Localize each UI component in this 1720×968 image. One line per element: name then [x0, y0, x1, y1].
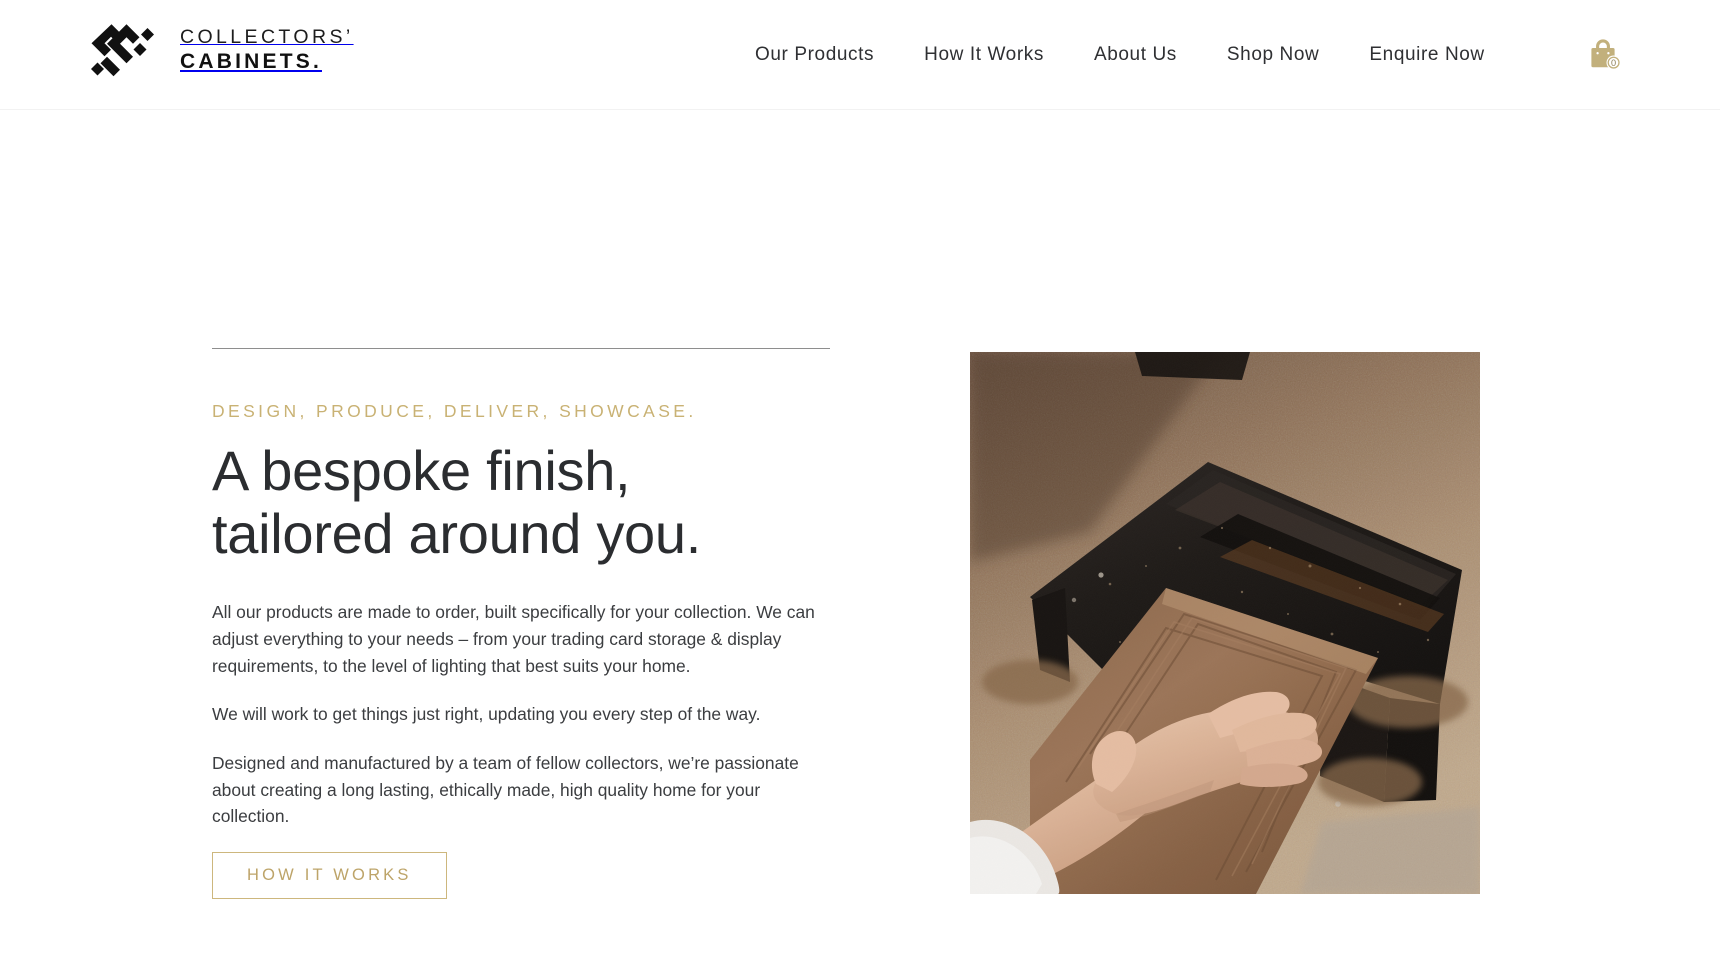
how-it-works-button[interactable]: HOW IT WORKS	[212, 851, 447, 899]
nav-item-how-it-works[interactable]: How It Works	[924, 44, 1044, 66]
nav-item-about-us[interactable]: About Us	[1094, 44, 1177, 66]
hero-body-copy: All our products are made to order, buil…	[212, 599, 832, 829]
nav-item-shop-now[interactable]: Shop Now	[1227, 44, 1319, 66]
interlocking-diamonds-logo-icon	[91, 24, 154, 77]
brand-wordmark: COLLECTORS’ CABINETS.	[180, 25, 354, 75]
hero-paragraph-1: All our products are made to order, buil…	[212, 602, 815, 676]
nav-item-enquire-now[interactable]: Enquire Now	[1369, 44, 1484, 66]
hero-paragraph-2: We will work to get things just right, u…	[212, 704, 761, 725]
cart-count-label: 0	[1611, 58, 1616, 68]
site-header: COLLECTORS’ CABINETS. Our Products How I…	[0, 0, 1720, 110]
hero-paragraph-3: Designed and manufactured by a team of f…	[212, 752, 799, 827]
hero-top-divider	[212, 348, 830, 349]
headline-line-1: A bespoke finish,	[212, 439, 631, 502]
page-title: A bespoke finish, tailored around you.	[212, 439, 832, 565]
hero-section: DESIGN, PRODUCE, DELIVER, SHOWCASE. A be…	[0, 110, 1720, 968]
headline-line-2: tailored around you.	[212, 501, 702, 565]
workshop-photo-illustration	[970, 352, 1480, 894]
hero-eyebrow: DESIGN, PRODUCE, DELIVER, SHOWCASE.	[212, 401, 697, 421]
hero-text-column: DESIGN, PRODUCE, DELIVER, SHOWCASE. A be…	[212, 348, 832, 899]
shopping-bag-icon: 0	[1591, 38, 1621, 70]
primary-navigation: Our Products How It Works About Us Shop …	[755, 0, 1485, 110]
brand-name-top: COLLECTORS’	[180, 26, 354, 49]
brand-name-bottom: CABINETS.	[180, 50, 322, 74]
cart-button[interactable]: 0	[1582, 32, 1628, 78]
brand-logo[interactable]: COLLECTORS’ CABINETS.	[90, 22, 354, 78]
nav-item-our-products[interactable]: Our Products	[755, 44, 874, 66]
hero-workshop-photo	[970, 352, 1480, 894]
